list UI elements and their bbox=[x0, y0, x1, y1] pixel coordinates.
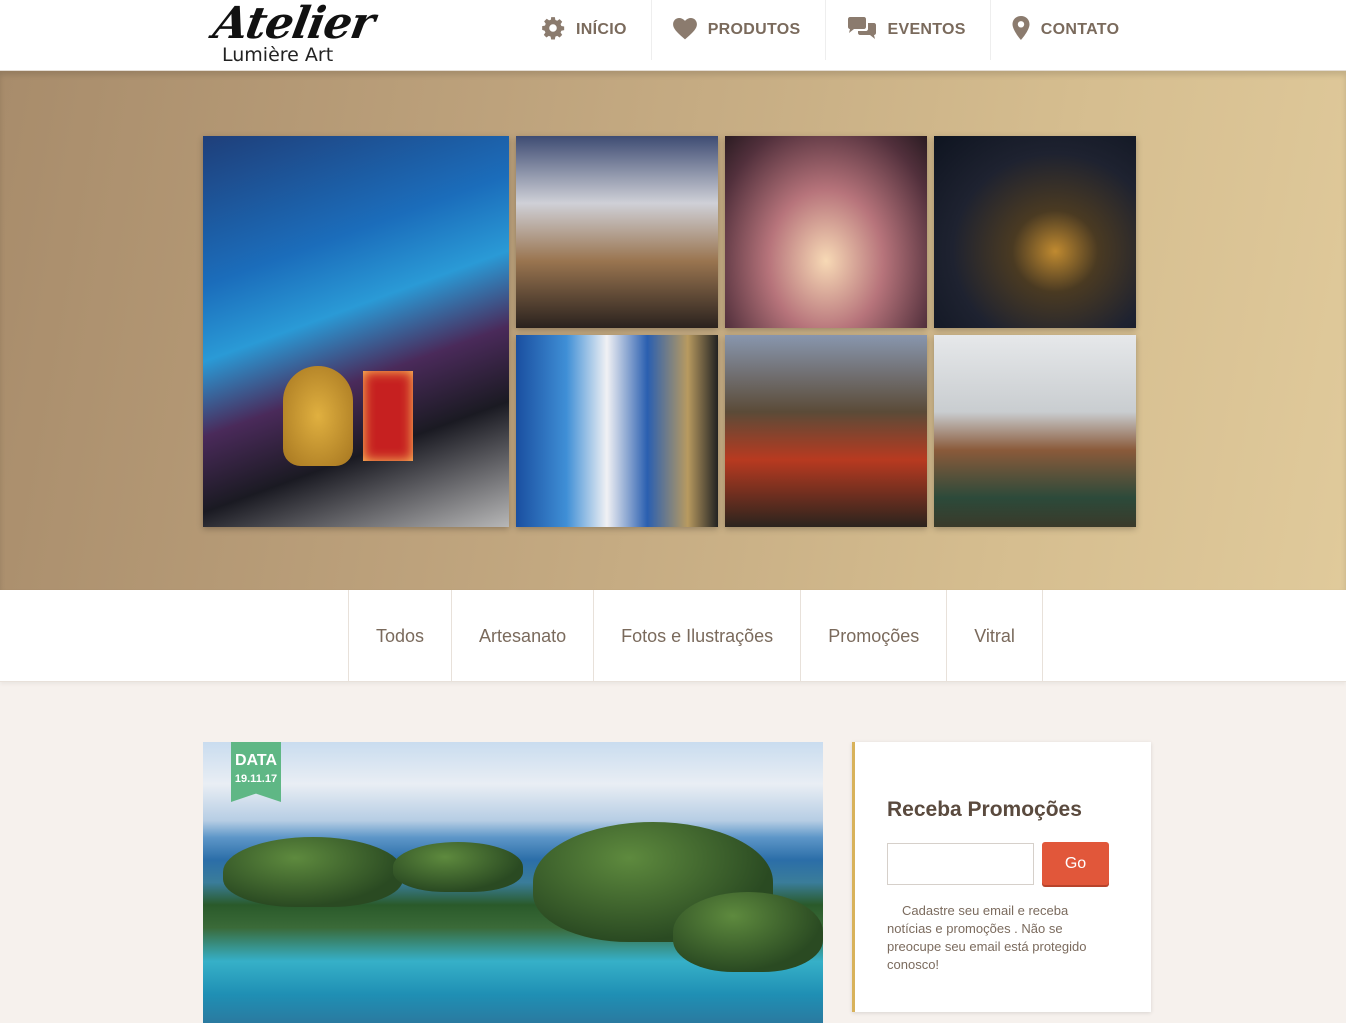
gallery-photo-vases-flowers[interactable] bbox=[516, 136, 718, 328]
gallery-photo-birdcages[interactable] bbox=[725, 335, 927, 527]
nav-item-contato[interactable]: CONTATO bbox=[991, 0, 1144, 60]
island-shape bbox=[673, 892, 823, 972]
nav-item-produtos[interactable]: PRODUTOS bbox=[652, 0, 826, 60]
newsletter-title: Receba Promoções bbox=[887, 798, 1082, 821]
badge-label: DATA bbox=[234, 752, 278, 769]
category-vitral[interactable]: Vitral bbox=[947, 590, 1043, 682]
nav-item-eventos[interactable]: EVENTOS bbox=[826, 0, 991, 60]
category-fotos-ilustracoes[interactable]: Fotos e Ilustrações bbox=[594, 590, 802, 682]
site-logo[interactable]: Atelier Lumière Art bbox=[210, 0, 378, 70]
go-button[interactable]: Go bbox=[1042, 842, 1109, 885]
nav-item-inicio[interactable]: INÍCIO bbox=[520, 0, 652, 60]
post-date-badge: DATA 19.11.17 bbox=[231, 742, 281, 802]
hero-gallery bbox=[0, 71, 1346, 590]
category-list: Todos Artesanato Fotos e Ilustrações Pro… bbox=[348, 590, 1043, 682]
island-shape bbox=[223, 837, 403, 907]
badge-date: 19.11.17 bbox=[234, 773, 278, 785]
nav-label: INÍCIO bbox=[576, 21, 627, 38]
category-todos[interactable]: Todos bbox=[349, 590, 453, 682]
logo-sub-text: Lumière Art bbox=[222, 44, 334, 66]
category-artesanato[interactable]: Artesanato bbox=[452, 590, 595, 682]
email-field[interactable] bbox=[887, 843, 1034, 885]
gallery-photo-flowers-lantern[interactable] bbox=[203, 136, 509, 527]
island-shape bbox=[393, 842, 523, 892]
post-image[interactable] bbox=[203, 742, 823, 1023]
newsletter-text: Cadastre seu email e receba notícias e p… bbox=[887, 903, 1087, 972]
gallery-photo-bottles-terrace[interactable] bbox=[934, 335, 1136, 527]
map-pin-icon bbox=[1011, 15, 1041, 46]
nav-label: PRODUTOS bbox=[707, 21, 801, 38]
heart-icon bbox=[672, 16, 708, 45]
main-nav: INÍCIO PRODUTOS EVENTOS CONTATO bbox=[520, 0, 1143, 60]
gallery-photo-crystal-lamps[interactable] bbox=[516, 335, 718, 527]
newsletter-widget: Receba Promoções Go Cadastre seu email e… bbox=[852, 742, 1151, 1012]
category-promocoes[interactable]: Promoções bbox=[801, 590, 948, 682]
chat-bubbles-icon bbox=[846, 16, 888, 45]
gear-icon bbox=[540, 15, 576, 46]
gallery-photo-lantern-dark[interactable] bbox=[934, 136, 1136, 328]
category-bar: Todos Artesanato Fotos e Ilustrações Pro… bbox=[0, 590, 1346, 682]
nav-label: CONTATO bbox=[1040, 21, 1120, 38]
gallery-photo-candles-bottles[interactable] bbox=[725, 136, 927, 328]
nav-label: EVENTOS bbox=[887, 21, 966, 38]
site-header: Atelier Lumière Art INÍCIO PRODUTOS EVEN… bbox=[0, 0, 1346, 71]
